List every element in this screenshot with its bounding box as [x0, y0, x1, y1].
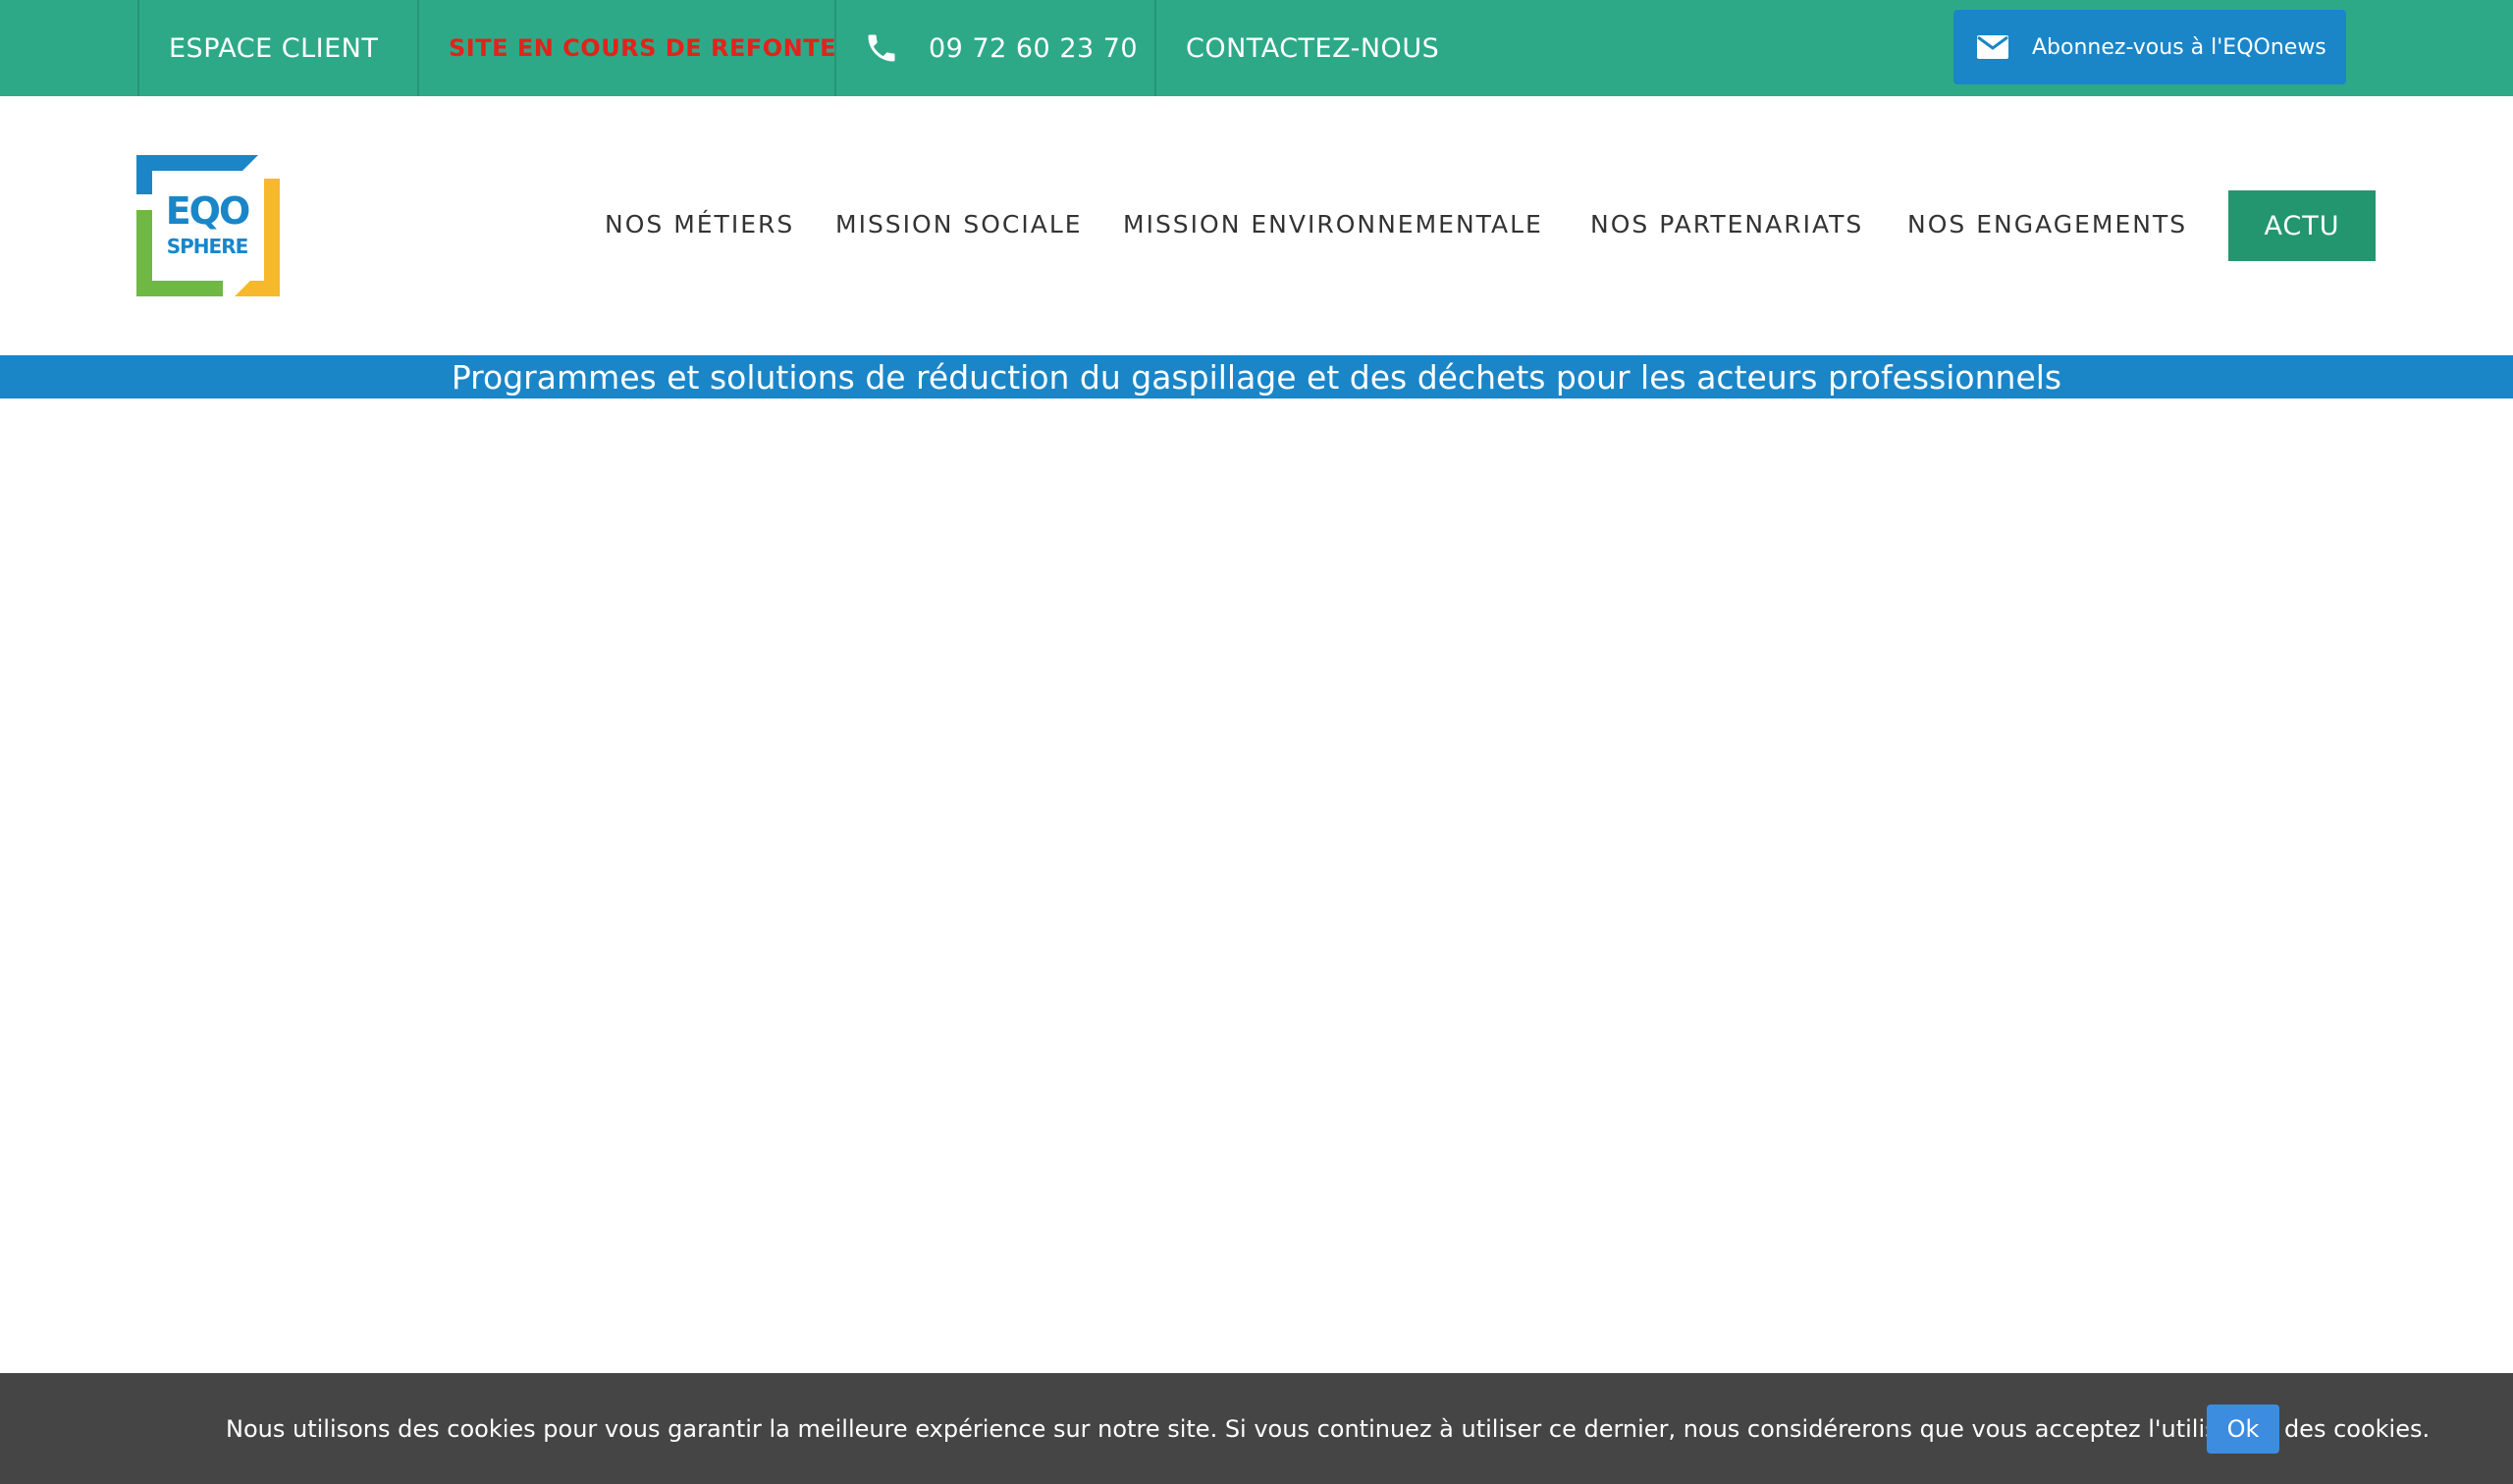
nav-item-nos-engagements[interactable]: NOS ENGAGEMENTS: [1907, 210, 2187, 238]
contact-link[interactable]: CONTACTEZ-NOUS: [1186, 0, 1439, 96]
nav-item-mission-environnementale[interactable]: MISSION ENVIRONNEMENTALE: [1123, 210, 1543, 238]
main-nav: NOS MÉTIERS MISSION SOCIALE MISSION ENVI…: [0, 96, 2513, 355]
cookie-banner: Nous utilisons des cookies pour vous gar…: [0, 1373, 2513, 1484]
nav-item-nos-partenariats[interactable]: NOS PARTENARIATS: [1590, 210, 1863, 238]
divider: [1154, 0, 1156, 96]
envelope-icon: [1977, 35, 2008, 59]
site-header: EQO SPHERE NOS MÉTIERS MISSION SOCIALE M…: [0, 96, 2513, 355]
phone-link[interactable]: 09 72 60 23 70: [864, 0, 1138, 96]
espace-client-link[interactable]: ESPACE CLIENT: [169, 0, 378, 96]
divider: [417, 0, 419, 96]
tagline-banner: Programmes et solutions de réduction du …: [0, 355, 2513, 398]
cookie-ok-button[interactable]: Ok: [2207, 1404, 2279, 1454]
phone-number: 09 72 60 23 70: [929, 32, 1139, 64]
newsletter-label: Abonnez-vous à l'EQOnews: [2032, 34, 2326, 60]
phone-icon: [864, 30, 899, 66]
divider: [834, 0, 836, 96]
top-bar: ESPACE CLIENT SITE EN COURS DE REFONTE 0…: [0, 0, 2513, 96]
main-content: [0, 398, 2513, 1373]
nav-item-nos-metiers[interactable]: NOS MÉTIERS: [605, 210, 794, 238]
refonte-notice[interactable]: SITE EN COURS DE REFONTE: [449, 0, 836, 96]
cookie-message: Nous utilisons des cookies pour vous gar…: [226, 1414, 2431, 1443]
nav-actu-button[interactable]: ACTU: [2228, 190, 2376, 261]
nav-item-mission-sociale[interactable]: MISSION SOCIALE: [835, 210, 1083, 238]
newsletter-button[interactable]: Abonnez-vous à l'EQOnews: [1953, 10, 2346, 84]
divider: [137, 0, 139, 96]
tagline-text: Programmes et solutions de réduction du …: [451, 357, 2062, 397]
